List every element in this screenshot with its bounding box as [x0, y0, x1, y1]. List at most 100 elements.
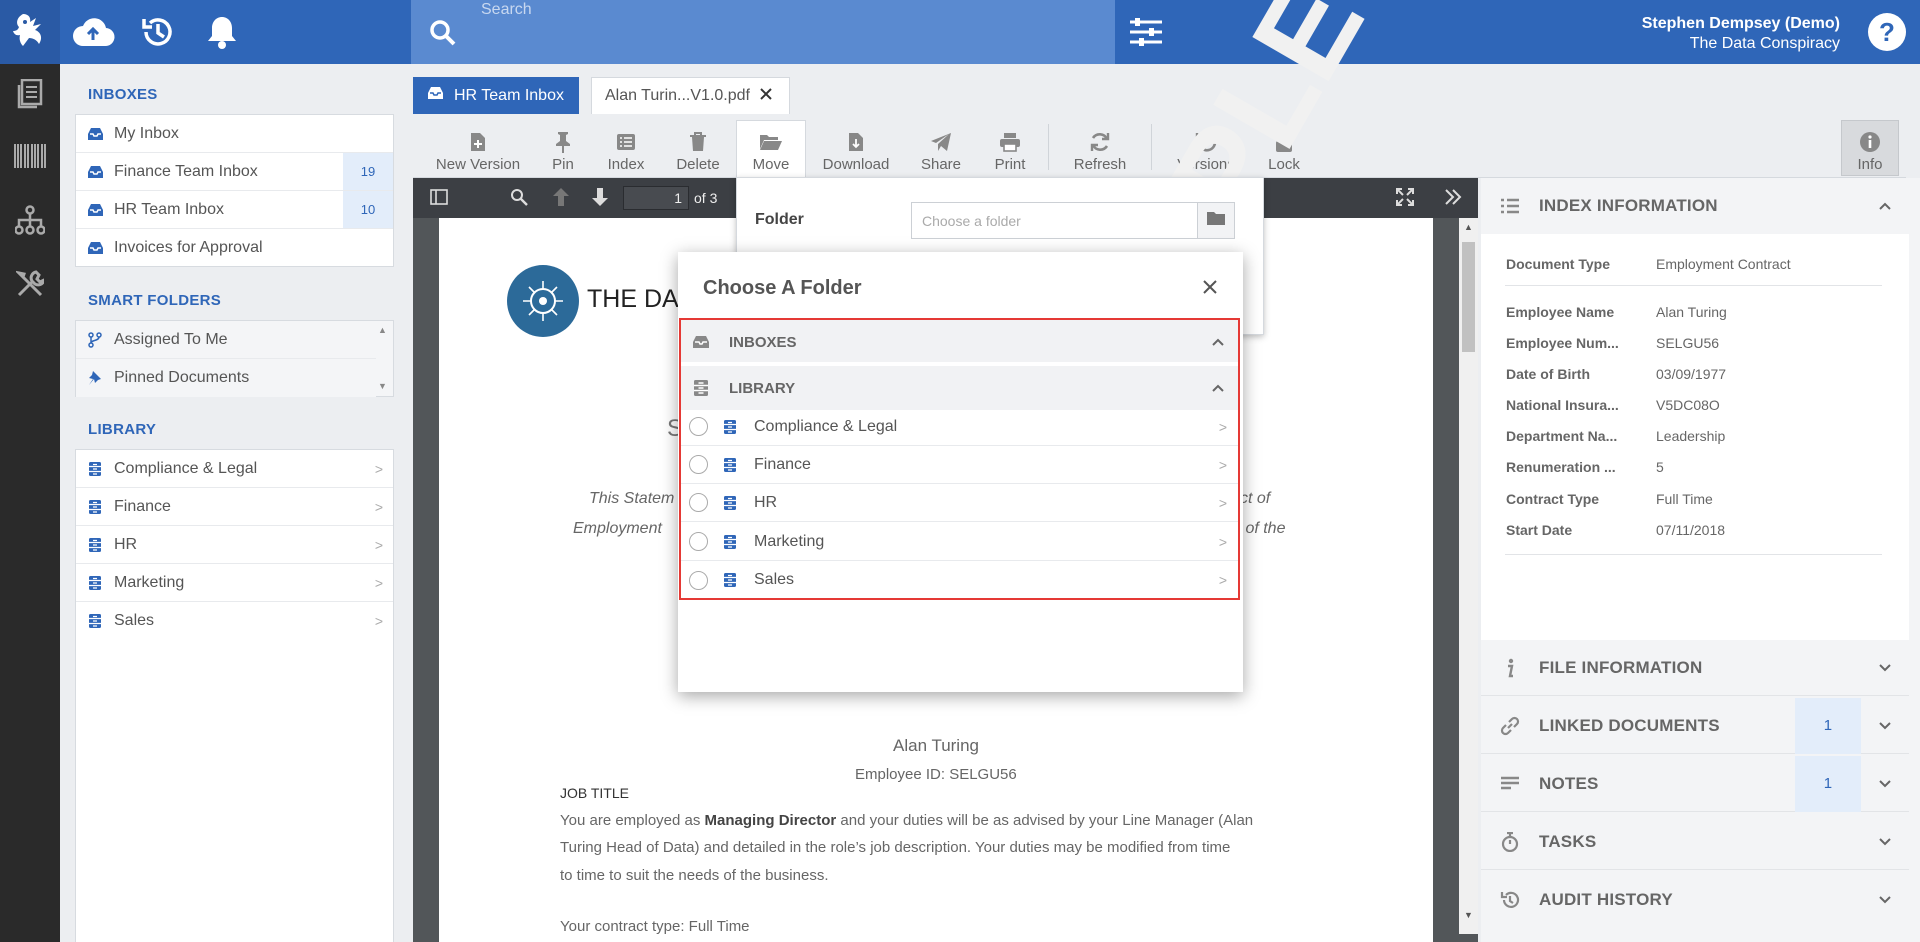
scroll-up-arrow[interactable]: ▲: [1464, 222, 1473, 232]
chevron-right-icon: >: [374, 536, 384, 553]
help-icon[interactable]: ?: [1868, 13, 1906, 51]
scroll-down-arrow[interactable]: ▼: [378, 381, 387, 391]
file-information-header[interactable]: FILE INFORMATION: [1481, 640, 1909, 696]
printer-icon: [999, 128, 1021, 156]
workflow-icon[interactable]: [0, 198, 60, 242]
field-value[interactable]: Employment Contract: [1656, 256, 1791, 272]
inbox-item-finance[interactable]: Finance Team Inbox 19: [76, 153, 393, 191]
close-icon[interactable]: [1196, 273, 1224, 301]
field-value[interactable]: 03/09/1977: [1656, 366, 1726, 382]
upload-cloud-icon[interactable]: [70, 10, 116, 54]
info-button[interactable]: Info: [1848, 121, 1892, 173]
library-cabinet-icon: [718, 457, 742, 473]
sidebar-toggle-icon[interactable]: [430, 188, 448, 211]
notes-header[interactable]: NOTES 1: [1481, 755, 1909, 812]
dialog-folder-sales[interactable]: Sales >: [681, 561, 1238, 599]
bell-icon[interactable]: [199, 10, 245, 54]
inbox-item-invoices[interactable]: Invoices for Approval: [76, 229, 393, 267]
fullscreen-icon[interactable]: [1396, 188, 1414, 211]
intro-text-left-1: This Statem: [589, 490, 675, 507]
tasks-header[interactable]: TASKS: [1481, 814, 1909, 870]
refresh-button[interactable]: Refresh: [1064, 121, 1136, 173]
field-value[interactable]: SELGU56: [1656, 335, 1719, 351]
radio-button[interactable]: [689, 417, 708, 436]
tab-hr-team-inbox[interactable]: HR Team Inbox: [413, 77, 579, 114]
move-button[interactable]: Move: [737, 121, 805, 173]
close-icon[interactable]: [760, 87, 772, 105]
inbox-item-my-inbox[interactable]: My Inbox: [76, 115, 393, 153]
library-item-hr[interactable]: HR >: [76, 526, 393, 564]
inbox-item-hr[interactable]: HR Team Inbox 10: [76, 191, 393, 229]
user-name[interactable]: Stephen Dempsey (Demo): [1642, 15, 1840, 33]
radio-button[interactable]: [689, 493, 708, 512]
chevron-right-icon[interactable]: >: [1208, 457, 1238, 473]
barcode-icon[interactable]: [0, 134, 60, 178]
dialog-folder-finance[interactable]: Finance >: [681, 446, 1238, 484]
paper-plane-icon: [930, 128, 952, 156]
dialog-folder-hr[interactable]: HR >: [681, 484, 1238, 522]
smart-folder-pinned[interactable]: Pinned Documents: [76, 359, 376, 397]
chevron-right-icon[interactable]: >: [1208, 534, 1238, 550]
logo-icon[interactable]: [0, 0, 60, 64]
dialog-library-header[interactable]: LIBRARY: [681, 362, 1238, 410]
dialog-folder-marketing[interactable]: Marketing >: [681, 523, 1238, 561]
pin-button[interactable]: Pin: [540, 121, 586, 173]
field-label: Start Date: [1506, 522, 1573, 538]
page-number-input[interactable]: 1: [623, 186, 689, 210]
chevron-right-icon[interactable]: >: [1208, 419, 1238, 435]
new-version-button[interactable]: New Version: [433, 121, 523, 173]
field-value[interactable]: Full Time: [1656, 491, 1713, 507]
library-item-finance[interactable]: Finance >: [76, 488, 393, 526]
dialog-folder-compliance[interactable]: Compliance & Legal >: [681, 408, 1238, 446]
library-item-compliance[interactable]: Compliance & Legal >: [76, 450, 393, 488]
smart-folders-list: Assigned To Me Pinned Documents ▲ ▼: [75, 320, 394, 397]
chevron-right-icon[interactable]: >: [1208, 572, 1238, 588]
filter-sliders-icon[interactable]: [1126, 12, 1166, 52]
inbox-tray-icon: [76, 241, 114, 255]
share-button[interactable]: Share: [914, 121, 968, 173]
print-button[interactable]: Print: [986, 121, 1034, 173]
chevron-right-icon[interactable]: >: [1208, 495, 1238, 511]
field-value[interactable]: 07/11/2018: [1656, 522, 1725, 538]
history-icon[interactable]: [135, 10, 181, 54]
index-button[interactable]: Index: [600, 121, 652, 173]
tools-icon[interactable]: [0, 262, 60, 306]
radio-button[interactable]: [689, 455, 708, 474]
chevron-up-icon: [1861, 202, 1909, 210]
next-page-icon[interactable]: [591, 187, 609, 212]
job-paragraph-line-1: You are employed as Managing Director an…: [560, 812, 1254, 829]
chevron-up-icon: [1198, 338, 1238, 346]
radio-button[interactable]: [689, 570, 708, 590]
tools-expand-icon[interactable]: [1444, 188, 1462, 211]
index-information-header[interactable]: INDEX INFORMATION: [1481, 178, 1909, 234]
pdf-search-icon[interactable]: [510, 188, 528, 211]
delete-button[interactable]: Delete: [670, 121, 726, 173]
field-value[interactable]: V5DC08O: [1656, 397, 1720, 413]
documents-icon[interactable]: [0, 72, 60, 116]
employee-name-text: Alan Turing: [893, 736, 979, 755]
radio-button[interactable]: [689, 532, 708, 551]
tab-document[interactable]: Alan Turin...V1.0.pdf: [591, 77, 790, 114]
folder-picker-button[interactable]: [1197, 202, 1235, 239]
inboxes-list: My Inbox Finance Team Inbox 19 HR Team I…: [75, 114, 394, 267]
scroll-up-arrow[interactable]: ▲: [378, 325, 387, 335]
scroll-down-arrow[interactable]: ▼: [1464, 910, 1473, 920]
info-i-icon: [1481, 658, 1539, 678]
audit-history-header[interactable]: AUDIT HISTORY: [1481, 872, 1909, 928]
search-input[interactable]: Search: [481, 1, 532, 19]
folder-input[interactable]: Choose a folder: [911, 202, 1198, 239]
dialog-inboxes-header[interactable]: INBOXES: [681, 320, 1238, 364]
library-item-marketing[interactable]: Marketing >: [76, 564, 393, 602]
smart-folder-assigned[interactable]: Assigned To Me: [76, 321, 376, 359]
library-cabinet-icon: [76, 537, 114, 553]
field-value[interactable]: Alan Turing: [1656, 304, 1727, 320]
library-item-sales[interactable]: Sales >: [76, 602, 393, 640]
pdf-scrollbar-thumb[interactable]: [1462, 242, 1475, 352]
download-button[interactable]: Download: [817, 121, 895, 173]
organisation-name: The Data Conspiracy: [1689, 35, 1840, 52]
linked-documents-header[interactable]: LINKED DOCUMENTS 1: [1481, 697, 1909, 754]
previous-page-icon[interactable]: [552, 187, 570, 212]
search-icon[interactable]: [425, 16, 461, 50]
field-value[interactable]: 5: [1656, 459, 1664, 475]
field-value[interactable]: Leadership: [1656, 428, 1725, 444]
